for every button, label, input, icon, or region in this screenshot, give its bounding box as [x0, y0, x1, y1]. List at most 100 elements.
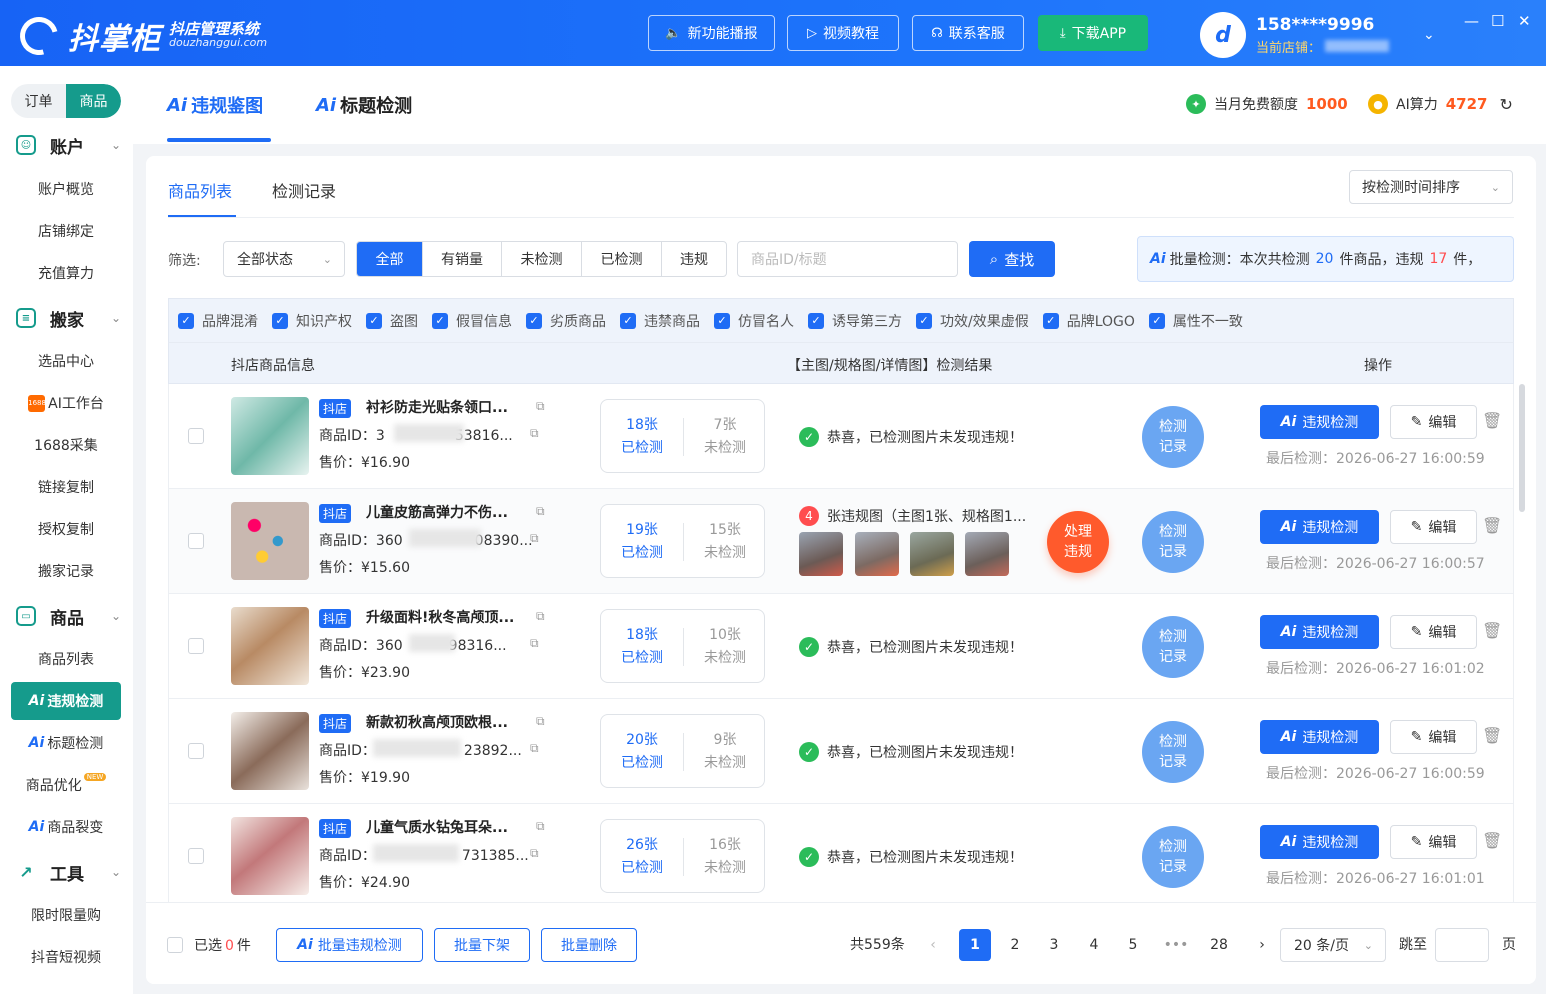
check-third-party[interactable]: ✓ 诱导第三方: [808, 311, 902, 331]
video-tutorial-button[interactable]: ▷ 视频教程: [787, 15, 899, 51]
chevron-down-icon[interactable]: ⌄: [1423, 27, 1435, 43]
check-false-effect[interactable]: ✓ 功效/效果虚假: [916, 311, 1029, 331]
maximize-icon[interactable]: ☐: [1491, 12, 1504, 30]
sidebar-group-tools[interactable]: ↗ 工具 ⌄: [0, 852, 133, 892]
copy-icon[interactable]: ⧉: [530, 846, 539, 861]
check-prohibited[interactable]: ✓ 违禁商品: [620, 311, 700, 331]
sidebar-item-store-bind[interactable]: 店铺绑定: [11, 212, 121, 250]
sidebar-item-link-copy[interactable]: 链接复制: [11, 468, 121, 506]
subtab-check-records[interactable]: 检测记录: [272, 178, 336, 202]
copy-icon[interactable]: ⧉: [530, 636, 539, 651]
copy-icon[interactable]: ⧉: [536, 714, 545, 729]
trash-icon[interactable]: 🗑: [1482, 621, 1502, 640]
tab-violation-image[interactable]: Ai 违规鉴图: [167, 92, 263, 118]
violation-image-thumbnail[interactable]: [910, 532, 954, 576]
page-1[interactable]: 1: [959, 929, 991, 961]
check-record-button[interactable]: 检测记录: [1142, 511, 1204, 573]
page-2[interactable]: 2: [999, 929, 1031, 961]
trash-icon[interactable]: 🗑: [1482, 516, 1502, 535]
check-record-button[interactable]: 检测记录: [1142, 721, 1204, 783]
product-title[interactable]: 儿童气质水钻兔耳朵...: [366, 817, 526, 837]
check-fake-info[interactable]: ✓ 假冒信息: [432, 311, 512, 331]
product-title[interactable]: 衬衫防走光贴条领口...: [366, 397, 526, 417]
check-record-button[interactable]: 检测记录: [1142, 406, 1204, 468]
sort-select[interactable]: 按检测时间排序 ⌄: [1349, 170, 1513, 204]
product-title[interactable]: 升级面料!秋冬高颅顶...: [366, 607, 526, 627]
sidebar-item-title-check[interactable]: Ai 标题检测: [11, 724, 121, 762]
copy-icon[interactable]: ⧉: [536, 609, 545, 624]
product-title[interactable]: 儿童皮筋高弹力不伤...: [366, 502, 526, 522]
select-all-checkbox[interactable]: [167, 937, 183, 953]
sidebar-item-auth-copy[interactable]: 授权复制: [11, 510, 121, 548]
sidebar-item-violation-check[interactable]: Ai 违规检测: [11, 682, 121, 720]
sidebar-item-product-list[interactable]: 商品列表: [11, 640, 121, 678]
page-5[interactable]: 5: [1117, 929, 1149, 961]
mode-switch[interactable]: 订单 商品: [11, 84, 121, 118]
batch-offshelf-button[interactable]: 批量下架: [434, 928, 530, 962]
minimize-icon[interactable]: —: [1464, 12, 1479, 30]
violation-image-thumbnail[interactable]: [965, 532, 1009, 576]
page-size-select[interactable]: 20 条/页 ⌄: [1280, 928, 1386, 962]
copy-icon[interactable]: ⧉: [530, 426, 539, 441]
violation-check-button[interactable]: Ai 违规检测: [1260, 405, 1379, 439]
batch-delete-button[interactable]: 批量删除: [541, 928, 637, 962]
edit-button[interactable]: ✎ 编辑: [1390, 615, 1477, 649]
sidebar-item-account-overview[interactable]: 账户概览: [11, 170, 121, 208]
violation-check-button[interactable]: Ai 违规检测: [1260, 510, 1379, 544]
copy-icon[interactable]: ⧉: [536, 504, 545, 519]
sidebar-group-products[interactable]: ▭ 商品 ⌄: [0, 596, 133, 636]
sidebar-item-selection-center[interactable]: 选品中心: [11, 342, 121, 380]
row-checkbox[interactable]: [188, 533, 204, 549]
check-ip[interactable]: ✓ 知识产权: [272, 311, 352, 331]
scrollbar[interactable]: [1519, 384, 1525, 512]
page-ellipsis[interactable]: •••: [1160, 929, 1192, 961]
sidebar-item-douyin-video[interactable]: 抖音短视频: [11, 938, 121, 976]
violation-image-thumbnail[interactable]: [855, 532, 899, 576]
segment-violation[interactable]: 违规: [661, 242, 726, 276]
check-inferior[interactable]: ✓ 劣质商品: [526, 311, 606, 331]
trash-icon[interactable]: 🗑: [1482, 831, 1502, 850]
close-icon[interactable]: ✕: [1518, 12, 1531, 30]
jump-page-input[interactable]: [1435, 928, 1489, 962]
user-menu[interactable]: d 158****9996 当前店铺： ⌄: [1200, 12, 1435, 58]
trash-icon[interactable]: 🗑: [1482, 726, 1502, 745]
sidebar-item-move-records[interactable]: 搬家记录: [11, 552, 121, 590]
violation-image-thumbnail[interactable]: [799, 532, 843, 576]
switch-products[interactable]: 商品: [66, 84, 121, 118]
violation-check-button[interactable]: Ai 违规检测: [1260, 825, 1379, 859]
check-celebrity[interactable]: ✓ 仿冒名人: [714, 311, 794, 331]
check-brand-logo[interactable]: ✓ 品牌LOGO: [1042, 311, 1135, 331]
product-thumbnail[interactable]: [231, 502, 309, 580]
segment-checked[interactable]: 已检测: [581, 242, 661, 276]
segment-all[interactable]: 全部: [357, 242, 422, 276]
check-stolen-image[interactable]: ✓ 盗图: [366, 311, 418, 331]
page-3[interactable]: 3: [1038, 929, 1070, 961]
search-button[interactable]: ⌕ 查找: [969, 241, 1055, 277]
edit-button[interactable]: ✎ 编辑: [1390, 405, 1477, 439]
subtab-product-list[interactable]: 商品列表: [168, 178, 232, 202]
copy-icon[interactable]: ⧉: [530, 531, 539, 546]
tab-title-check[interactable]: Ai 标题检测: [316, 92, 412, 118]
sidebar-item-ai-workbench[interactable]: 1688 AI工作台: [11, 384, 121, 422]
edit-button[interactable]: ✎ 编辑: [1390, 825, 1477, 859]
refresh-icon[interactable]: ↻: [1499, 95, 1512, 114]
batch-violation-check-button[interactable]: Ai 批量违规检测: [276, 928, 423, 962]
check-brand-confusion[interactable]: ✓ 品牌混淆: [178, 311, 258, 331]
sidebar-item-product-optimize[interactable]: 商品优化 NEW: [11, 766, 121, 804]
next-page-icon[interactable]: ›: [1246, 929, 1278, 961]
segment-unchecked[interactable]: 未检测: [501, 242, 581, 276]
check-record-button[interactable]: 检测记录: [1142, 616, 1204, 678]
feature-news-button[interactable]: 🔈 新功能播报: [648, 15, 775, 51]
sidebar-group-account[interactable]: ☺ 账户 ⌄: [0, 125, 133, 165]
copy-icon[interactable]: ⧉: [530, 741, 539, 756]
sidebar-item-product-fission[interactable]: Ai 商品裂变: [11, 808, 121, 846]
product-thumbnail[interactable]: [231, 712, 309, 790]
switch-orders[interactable]: 订单: [11, 84, 66, 118]
sidebar-item-1688-collect[interactable]: 1688采集: [11, 426, 121, 464]
violation-check-button[interactable]: Ai 违规检测: [1260, 720, 1379, 754]
copy-icon[interactable]: ⧉: [536, 819, 545, 834]
sidebar-item-recharge[interactable]: 充值算力: [11, 254, 121, 292]
trash-icon[interactable]: 🗑: [1482, 411, 1502, 430]
product-thumbnail[interactable]: [231, 397, 309, 475]
row-checkbox[interactable]: [188, 638, 204, 654]
